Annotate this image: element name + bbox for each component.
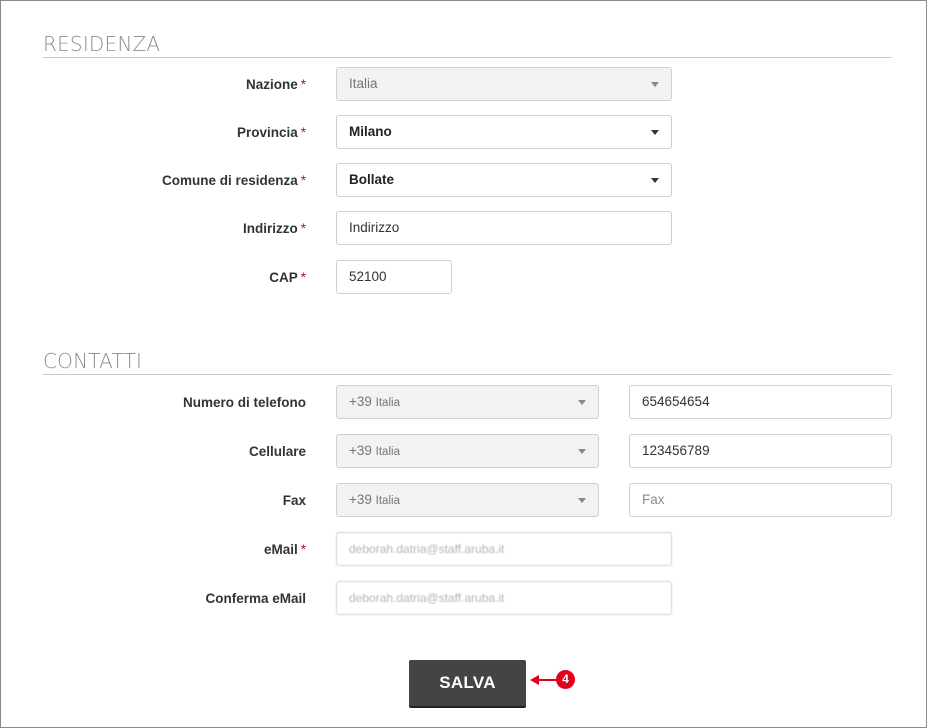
section-title-residenza: RESIDENZA	[43, 34, 892, 58]
telefono-prefix-select[interactable]: +39 Italia	[336, 385, 599, 419]
nazione-value: Italia	[349, 76, 378, 91]
chevron-down-icon	[578, 498, 586, 503]
label-email: eMail *	[264, 542, 306, 557]
provincia-select[interactable]: Milano	[336, 115, 672, 149]
label-email-text: eMail	[263, 542, 298, 557]
cap-value: 52100	[349, 269, 387, 284]
telefono-prefix: +39	[349, 394, 372, 409]
cellulare-prefix: +39	[349, 443, 372, 458]
chevron-down-icon	[651, 130, 659, 135]
conferma-email-value: deborah.datria@staff.aruba.it	[349, 591, 505, 605]
label-cap: CAP *	[269, 270, 306, 285]
indirizzo-input[interactable]: Indirizzo	[336, 211, 672, 245]
telefono-input[interactable]: 654654654	[629, 385, 892, 419]
provincia-value: Milano	[349, 124, 392, 139]
label-cap-text: CAP	[269, 270, 298, 285]
label-provincia-text: Provincia	[236, 125, 298, 140]
label-nazione: Nazione *	[246, 77, 306, 92]
save-button[interactable]: SALVA	[409, 660, 526, 706]
telefono-country: Italia	[375, 397, 400, 409]
label-indirizzo-text: Indirizzo	[242, 221, 298, 236]
required-marker: *	[300, 125, 306, 140]
nazione-select[interactable]: Italia	[336, 67, 672, 101]
section-title-contatti: CONTATTI	[43, 351, 892, 375]
email-value: deborah.datria@staff.aruba.it	[349, 542, 505, 556]
fax-input[interactable]: Fax	[629, 483, 892, 517]
comune-select[interactable]: Bollate	[336, 163, 672, 197]
label-nazione-text: Nazione	[245, 77, 298, 92]
form-panel: RESIDENZA Nazione * Italia Provincia * Mil…	[0, 0, 927, 728]
label-telefono: Numero di telefono	[182, 395, 306, 410]
label-comune-text: Comune di residenza	[161, 173, 298, 188]
label-fax: Fax	[282, 493, 306, 508]
cellulare-input[interactable]: 123456789	[629, 434, 892, 468]
label-provincia: Provincia *	[237, 125, 306, 140]
chevron-down-icon	[578, 449, 586, 454]
required-marker: *	[300, 542, 306, 557]
label-conferma-email: Conferma eMail	[205, 591, 306, 606]
label-comune: Comune di residenza *	[162, 173, 306, 188]
required-marker: *	[300, 173, 306, 188]
chevron-down-icon	[651, 178, 659, 183]
required-marker: *	[300, 221, 306, 236]
callout-number-badge: 4	[556, 670, 575, 689]
fax-country: Italia	[375, 495, 400, 507]
label-cellulare: Cellulare	[248, 444, 306, 459]
comune-value: Bollate	[349, 172, 395, 187]
fax-prefix: +39	[349, 492, 372, 507]
fax-placeholder: Fax	[642, 492, 665, 507]
required-marker: *	[300, 77, 306, 92]
chevron-down-icon	[578, 400, 586, 405]
cellulare-prefix-select[interactable]: +39 Italia	[336, 434, 599, 468]
required-marker: *	[300, 270, 306, 285]
indirizzo-placeholder: Indirizzo	[349, 220, 400, 235]
fax-prefix-select[interactable]: +39 Italia	[336, 483, 599, 517]
label-indirizzo: Indirizzo *	[243, 221, 306, 236]
telefono-value: 654654654	[642, 394, 710, 409]
cap-input[interactable]: 52100	[336, 260, 452, 294]
cellulare-value: 123456789	[642, 443, 710, 458]
cellulare-country: Italia	[375, 446, 400, 458]
conferma-email-input[interactable]: deborah.datria@staff.aruba.it	[336, 581, 672, 615]
email-input[interactable]: deborah.datria@staff.aruba.it	[336, 532, 672, 566]
chevron-down-icon	[651, 82, 659, 87]
